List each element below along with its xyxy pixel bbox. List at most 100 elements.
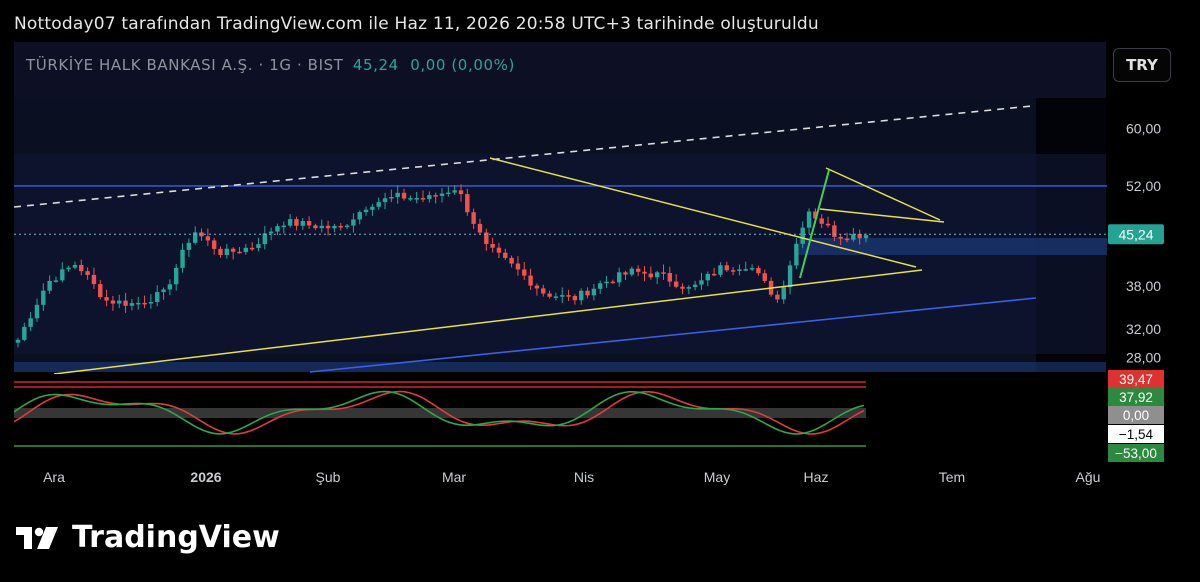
candle-body: [136, 302, 141, 305]
candle-body: [117, 300, 122, 304]
candle-body: [382, 198, 388, 203]
candle-body: [357, 212, 362, 220]
candle-body: [262, 233, 268, 245]
chart-caption: Nottoday07 tarafından TradingView.com il…: [14, 14, 819, 34]
candle-body: [585, 290, 590, 296]
symbol-name: TÜRKİYE HALK BANKASI A.Ş. · 1G · BIST: [26, 56, 344, 74]
candle-body: [863, 235, 869, 239]
candle-body: [338, 225, 343, 228]
candle-body: [844, 238, 850, 241]
price-chart-svg[interactable]: 60,00 52,00 38,00 32,00 28,00 Ara 2026 Şub Mar Ni…: [14, 42, 1186, 494]
tradingview-wordmark: TradingView: [72, 520, 280, 555]
candle-body: [756, 268, 761, 274]
candle-body: [104, 297, 109, 301]
candle-body: [616, 272, 622, 283]
y-tick-label: 60,00: [1126, 121, 1161, 137]
candle-body: [610, 281, 616, 284]
candle-body: [420, 198, 426, 200]
candle-body: [155, 292, 160, 303]
candle-body: [667, 273, 673, 282]
candle-body: [319, 225, 324, 229]
candle-body: [775, 294, 780, 300]
oscillator-badge-label: −1,54: [1119, 427, 1154, 442]
y-tick-label: 28,00: [1126, 350, 1161, 366]
candle-body: [243, 247, 249, 253]
x-tick-label: Tem: [939, 469, 965, 485]
candle-body: [458, 190, 464, 195]
last-price-label: 45,24: [1118, 226, 1153, 242]
y-tick-label: 32,00: [1126, 321, 1161, 337]
candle-body: [642, 271, 647, 274]
candle-body: [22, 326, 27, 340]
candle-body: [819, 218, 824, 224]
candle-body: [230, 248, 236, 252]
candle-body: [129, 303, 135, 306]
candle-body: [534, 285, 540, 289]
candle-body: [623, 272, 628, 275]
candle-body: [287, 219, 293, 226]
candle-body: [174, 267, 179, 285]
candle-body: [547, 293, 552, 297]
candle-body: [832, 225, 837, 237]
candle-body: [110, 300, 116, 304]
candle-body: [503, 252, 508, 258]
candle-body: [743, 269, 748, 271]
oscillator-badge-label: 0,00: [1123, 408, 1149, 423]
candle-body: [275, 226, 280, 232]
candle-body: [344, 225, 350, 228]
candle-body: [705, 273, 710, 281]
candle-body: [851, 233, 856, 240]
candle-body: [123, 300, 128, 306]
candle-body: [325, 225, 331, 229]
candle-body: [730, 270, 736, 272]
tradingview-logo-icon: [16, 526, 58, 549]
bottom-zone-box: [14, 362, 1106, 372]
candle-body: [724, 265, 729, 271]
candle-body: [604, 281, 609, 284]
candle-body: [332, 225, 337, 229]
candle-body: [439, 193, 445, 196]
x-tick-label: May: [704, 469, 730, 485]
x-tick-label: Şub: [316, 469, 341, 485]
candle-body: [408, 198, 413, 200]
candle-body: [490, 243, 495, 248]
candle-body: [711, 273, 717, 276]
candle-body: [142, 302, 147, 305]
chart-area[interactable]: 60,00 52,00 38,00 32,00 28,00 Ara 2026 Şub Mar Ni…: [14, 42, 1186, 494]
candle-body: [91, 274, 97, 285]
currency-button[interactable]: TRY: [1113, 48, 1171, 82]
candle-body: [699, 280, 704, 285]
candle-body: [629, 268, 635, 275]
candle-body: [579, 290, 584, 301]
candle-body: [363, 209, 369, 213]
candle-body: [47, 280, 52, 291]
candle-body: [509, 257, 514, 264]
candle-body: [180, 249, 185, 268]
candle-body: [496, 247, 502, 253]
candle-body: [838, 236, 843, 239]
candle-body: [401, 192, 407, 199]
x-tick-label: 2026: [190, 469, 221, 485]
candle-body: [85, 271, 90, 275]
candle-body: [167, 284, 173, 290]
candle-body: [635, 268, 641, 272]
candle-body: [781, 287, 786, 300]
candle-body: [211, 240, 217, 249]
candle-body: [376, 202, 381, 207]
candle-body: [553, 296, 559, 298]
candle-body: [787, 265, 793, 288]
tradingview-logo[interactable]: TradingView: [16, 520, 280, 555]
candle-body: [648, 273, 654, 278]
candle-body: [268, 231, 274, 234]
candle-body: [654, 272, 660, 278]
x-tick-label: Nis: [574, 469, 594, 485]
candle-body: [572, 295, 578, 301]
candle-body: [680, 286, 685, 289]
candle-body: [825, 223, 831, 226]
candle-body: [427, 195, 432, 199]
candle-body: [686, 287, 692, 289]
candle-body: [351, 219, 356, 226]
candle-body: [598, 283, 603, 289]
candle-body: [313, 225, 318, 229]
candle-body: [515, 263, 521, 270]
